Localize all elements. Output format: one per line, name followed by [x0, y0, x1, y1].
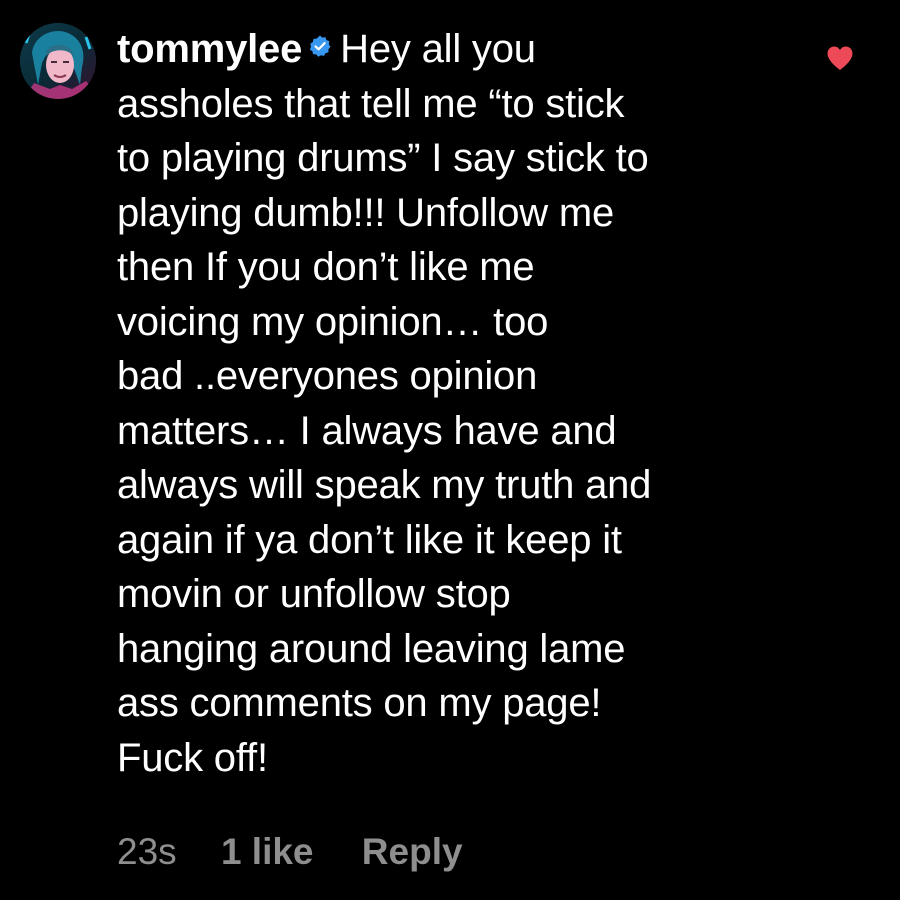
comment-text-line: Hey all you [340, 27, 536, 71]
comment-text-line: to playing drums” I say stick to [117, 136, 649, 180]
comment: tommylee Hey all you assholes that tell m… [0, 0, 900, 900]
timestamp: 23s [117, 831, 177, 872]
comment-text-line: playing dumb!!! Unfollow me [117, 190, 615, 235]
likes-count[interactable]: 1 like [221, 825, 314, 879]
avatar[interactable] [20, 23, 96, 99]
comment-text-line: hanging around leaving lame [117, 626, 626, 671]
comment-first-line: tommylee Hey all you [117, 22, 797, 77]
comment-body: tommylee Hey all you assholes that tell m… [117, 22, 797, 785]
username-link[interactable]: tommylee [117, 27, 302, 71]
comment-text-line: matters… I always have and [117, 408, 617, 453]
comment-text-line: always will speak my truth and [117, 463, 652, 507]
comment-text-line: again if ya don’t like it keep it [117, 517, 622, 562]
comment-text-line: movin or unfollow stop [117, 572, 511, 616]
comment-text-line: ass comments on my page! [117, 681, 602, 725]
reply-button[interactable]: Reply [362, 825, 463, 879]
comment-meta: 23s 1 like Reply [117, 825, 463, 879]
comment-text-line: bad ..everyones opinion [117, 354, 538, 398]
heart-icon[interactable] [826, 45, 854, 71]
comment-text-line: voicing my opinion… too [117, 299, 549, 344]
profile-avatar-image [20, 23, 96, 99]
verified-badge-icon [308, 34, 332, 58]
comment-text-line: assholes that tell me “to stick [117, 81, 625, 126]
comment-text-line: then If you don’t like me [117, 245, 535, 289]
comment-text-line: Fuck off! [117, 735, 268, 780]
